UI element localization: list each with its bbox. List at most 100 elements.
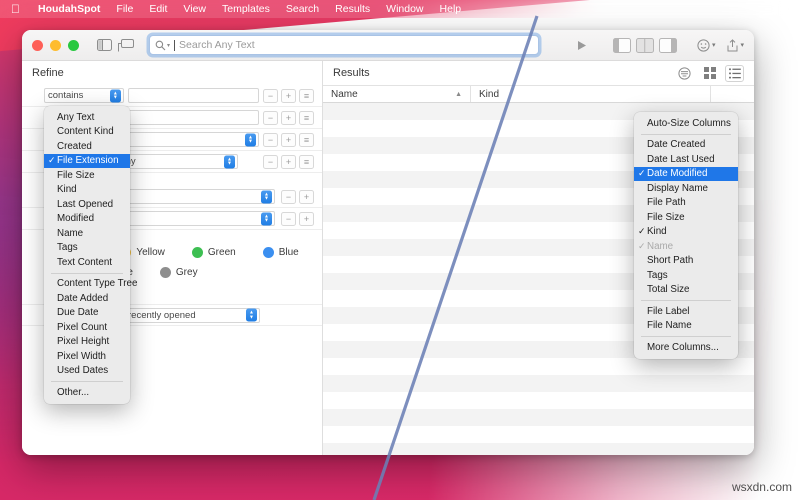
tag-color-dot[interactable]: [192, 247, 203, 258]
remove-criterion-button[interactable]: −: [263, 155, 278, 169]
refine-row-buttons[interactable]: − + ≡: [263, 155, 314, 169]
menu-item-date-modified[interactable]: ✓Date Modified: [634, 167, 738, 182]
menubar-item-app[interactable]: HoudahSpot: [30, 3, 108, 15]
menubar-item-edit[interactable]: Edit: [141, 3, 175, 15]
criterion-options-button[interactable]: ≡: [299, 155, 314, 169]
column-header-extra[interactable]: [711, 86, 754, 102]
criterion-options-button[interactable]: ≡: [299, 133, 314, 147]
menu-item-date-last-used[interactable]: Date Last Used: [634, 152, 738, 167]
refine-value-field[interactable]: [128, 88, 259, 103]
apple-icon[interactable]: : [9, 3, 30, 16]
remove-criterion-button[interactable]: −: [263, 89, 278, 103]
refine-row-buttons[interactable]: − +: [281, 212, 314, 226]
add-criterion-button[interactable]: +: [299, 212, 314, 226]
remove-criterion-button[interactable]: −: [263, 111, 278, 125]
detail-panel-icon[interactable]: [115, 34, 137, 56]
add-criterion-button[interactable]: +: [281, 111, 296, 125]
chevron-down-icon[interactable]: ▾: [712, 41, 716, 49]
stepper-icon[interactable]: ▲▼: [245, 133, 256, 146]
remove-criterion-button[interactable]: −: [263, 133, 278, 147]
results-column-headers[interactable]: Name ▲ Kind: [323, 85, 754, 103]
column-header-kind[interactable]: Kind: [471, 86, 711, 102]
layout-left-icon[interactable]: [613, 38, 631, 53]
refine-value-field[interactable]: [128, 110, 259, 125]
menu-item-display-name[interactable]: Display Name: [634, 181, 738, 196]
menu-item-file-size[interactable]: File Size: [634, 210, 738, 225]
run-search-icon[interactable]: [569, 40, 595, 51]
layout-right-icon[interactable]: [659, 38, 677, 53]
menu-item-name[interactable]: Name: [44, 226, 130, 241]
refine-row-buttons[interactable]: − +: [281, 190, 314, 204]
tag-label[interactable]: Grey: [176, 267, 198, 278]
menubar-item-templates[interactable]: Templates: [214, 3, 278, 15]
tag-label[interactable]: Blue: [279, 247, 299, 258]
stepper-icon[interactable]: ▲▼: [261, 190, 272, 203]
refine-attribute-menu[interactable]: Any TextContent KindCreated✓File Extensi…: [44, 106, 130, 404]
menubar-item-results[interactable]: Results: [327, 3, 378, 15]
results-row[interactable]: [323, 443, 754, 455]
menubar-item-search[interactable]: Search: [278, 3, 327, 15]
results-row[interactable]: [323, 426, 754, 443]
menu-item-auto-size-columns[interactable]: Auto-Size Columns: [634, 116, 738, 131]
menu-item-pixel-count[interactable]: Pixel Count: [44, 320, 130, 335]
sort-criterion-field[interactable]: recently opened ▲▼: [124, 308, 260, 323]
chevron-down-icon[interactable]: ▾: [740, 41, 744, 49]
menu-item-date-added[interactable]: Date Added: [44, 291, 130, 306]
refine-operator-field[interactable]: contains ▲▼: [44, 88, 124, 103]
menu-item-file-extension[interactable]: ✓File Extension: [44, 154, 130, 169]
sidebar-toggle-icon[interactable]: [93, 34, 115, 56]
results-row[interactable]: [323, 375, 754, 392]
criterion-options-button[interactable]: ≡: [299, 89, 314, 103]
layout-segmented-control[interactable]: [613, 38, 677, 53]
tag-color-dot[interactable]: [263, 247, 274, 258]
menu-item-file-label[interactable]: File Label: [634, 304, 738, 319]
stepper-icon[interactable]: ▲▼: [110, 89, 121, 102]
search-field-wrapper[interactable]: ▾ Search Any Text: [149, 35, 539, 55]
remove-criterion-button[interactable]: −: [281, 190, 296, 204]
results-columns-menu[interactable]: Auto-Size Columns Date CreatedDate Last U…: [634, 112, 738, 359]
zoom-button[interactable]: [68, 40, 79, 51]
menu-item-total-size[interactable]: Total Size: [634, 283, 738, 298]
menu-item-due-date[interactable]: Due Date: [44, 306, 130, 321]
menu-item-more-columns[interactable]: More Columns...: [634, 340, 738, 355]
results-row[interactable]: [323, 409, 754, 426]
menu-item-last-opened[interactable]: Last Opened: [44, 197, 130, 212]
refine-row-buttons[interactable]: − + ≡: [263, 89, 314, 103]
menu-item-content-kind[interactable]: Content Kind: [44, 125, 130, 140]
filter-icon[interactable]: [675, 65, 694, 82]
add-criterion-button[interactable]: +: [281, 133, 296, 147]
layout-split-icon[interactable]: [636, 38, 654, 53]
refine-value-field[interactable]: ▲▼: [128, 132, 259, 147]
tag-color-dot[interactable]: [160, 267, 171, 278]
menu-item-date-created[interactable]: Date Created: [634, 138, 738, 153]
grid-view-icon[interactable]: [700, 65, 719, 82]
menu-item-tags[interactable]: Tags: [634, 268, 738, 283]
stepper-icon[interactable]: ▲▼: [224, 155, 235, 168]
menu-item-tags[interactable]: Tags: [44, 241, 130, 256]
menubar-item-window[interactable]: Window: [378, 3, 431, 15]
column-header-name[interactable]: Name ▲: [323, 86, 471, 102]
refine-row[interactable]: contains ▲▼ − + ≡: [22, 85, 322, 107]
search-icon[interactable]: ▾: [155, 40, 170, 51]
menu-item-pixel-width[interactable]: Pixel Width: [44, 349, 130, 364]
add-criterion-button[interactable]: +: [281, 89, 296, 103]
menu-item-content-type-tree[interactable]: Content Type Tree: [44, 277, 130, 292]
menu-item-used-dates[interactable]: Used Dates: [44, 364, 130, 379]
menu-item-modified[interactable]: Modified: [44, 212, 130, 227]
menubar-item-view[interactable]: View: [175, 3, 214, 15]
list-view-icon[interactable]: [725, 65, 744, 82]
menu-item-other[interactable]: Other...: [44, 385, 130, 400]
sort-ascending-icon[interactable]: ▲: [455, 91, 462, 98]
add-criterion-button[interactable]: +: [281, 155, 296, 169]
menu-item-any-text[interactable]: Any Text: [44, 110, 130, 125]
close-button[interactable]: [32, 40, 43, 51]
menu-item-file-size[interactable]: File Size: [44, 168, 130, 183]
menu-item-kind[interactable]: Kind: [44, 183, 130, 198]
refine-row-buttons[interactable]: − + ≡: [263, 111, 314, 125]
menu-item-file-path[interactable]: File Path: [634, 196, 738, 211]
menubar-item-help[interactable]: Help: [432, 3, 470, 15]
criterion-options-button[interactable]: ≡: [299, 111, 314, 125]
window-controls[interactable]: [32, 40, 79, 51]
menubar-item-file[interactable]: File: [108, 3, 141, 15]
menu-item-short-path[interactable]: Short Path: [634, 254, 738, 269]
